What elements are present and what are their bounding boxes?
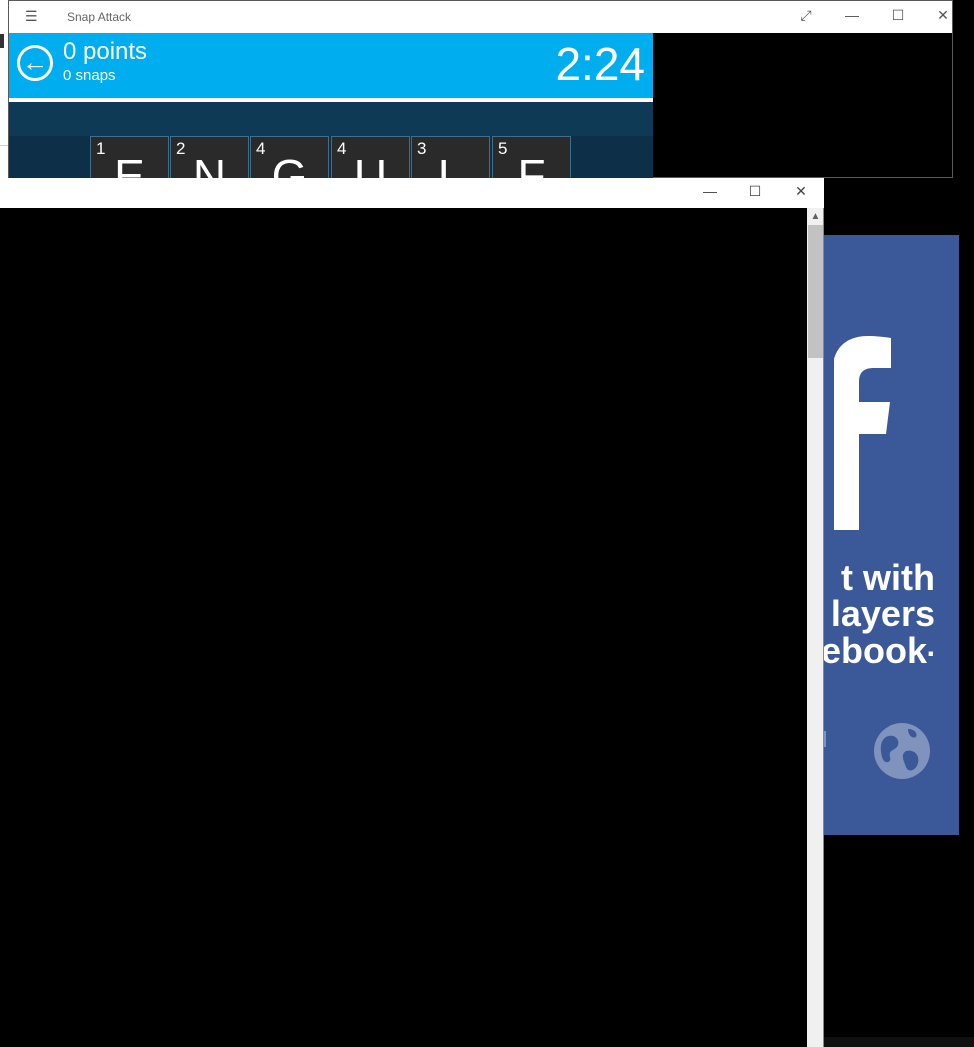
window-border bbox=[823, 208, 824, 1047]
divider bbox=[0, 145, 8, 146]
facebook-logo bbox=[824, 284, 933, 530]
facebook-text-dot: . bbox=[926, 630, 935, 663]
game-area: ← 0 points 0 snaps 2:24 1 E 2 N 4 G 4 U … bbox=[9, 33, 653, 179]
background-window-glyph bbox=[0, 34, 4, 48]
like-icon[interactable] bbox=[824, 727, 840, 761]
points-label: 0 points bbox=[63, 38, 148, 65]
scroll-thumb[interactable] bbox=[808, 225, 823, 358]
vertical-scrollbar[interactable]: ▲ bbox=[807, 208, 824, 1047]
title-bar: ☰ Snap Attack ⤢ — ☐ ✕ bbox=[9, 1, 952, 33]
facebook-text-line-2: layers bbox=[830, 593, 935, 634]
expand-icon[interactable]: ⤢ bbox=[791, 7, 821, 24]
tile-letter: E bbox=[114, 150, 145, 179]
tile-letter: N bbox=[192, 150, 227, 179]
foreground-window: — ☐ ✕ ▲ bbox=[0, 178, 824, 1047]
tile-letter: F bbox=[517, 150, 546, 179]
hamburger-menu-icon[interactable]: ☰ bbox=[25, 8, 38, 25]
close-button[interactable]: ✕ bbox=[786, 183, 816, 200]
facebook-text-line-3: ebook bbox=[824, 630, 927, 671]
scroll-up-arrow-icon[interactable]: ▲ bbox=[807, 208, 824, 225]
letter-tile[interactable]: 3 L bbox=[411, 136, 490, 179]
snap-attack-window: ☰ Snap Attack ⤢ — ☐ ✕ ← 0 points 0 snaps… bbox=[8, 0, 953, 179]
tile-letter: G bbox=[271, 150, 308, 179]
globe-icon[interactable] bbox=[872, 721, 932, 781]
facebook-promo-panel[interactable]: t with layers ebook . bbox=[824, 235, 959, 835]
letter-tile[interactable]: 4 G bbox=[250, 136, 329, 179]
letter-tile[interactable]: 4 U bbox=[331, 136, 410, 179]
maximize-button[interactable]: ☐ bbox=[883, 7, 913, 24]
window-title: Snap Attack bbox=[67, 10, 132, 24]
game-header: ← 0 points 0 snaps 2:24 bbox=[9, 33, 653, 98]
snaps-label: 0 snaps bbox=[63, 67, 116, 84]
tile-letter: L bbox=[437, 150, 464, 179]
letter-tile[interactable]: 5 F bbox=[492, 136, 571, 179]
letter-tile[interactable]: 1 E bbox=[90, 136, 169, 179]
board-band bbox=[9, 102, 653, 136]
countdown-timer: 2:24 bbox=[555, 38, 645, 90]
back-arrow-icon[interactable]: ← bbox=[17, 45, 53, 81]
minimize-button[interactable]: — bbox=[837, 7, 867, 23]
taskbar bbox=[824, 1037, 974, 1047]
tile-letter: U bbox=[353, 150, 388, 179]
facebook-f-icon bbox=[824, 284, 933, 530]
close-button[interactable]: ✕ bbox=[928, 7, 958, 24]
background-window-edge bbox=[0, 0, 8, 178]
maximize-button[interactable]: ☐ bbox=[740, 183, 770, 200]
minimize-button[interactable]: — bbox=[695, 183, 725, 199]
letter-tile[interactable]: 2 N bbox=[170, 136, 249, 179]
title-bar: — ☐ ✕ bbox=[0, 178, 824, 208]
